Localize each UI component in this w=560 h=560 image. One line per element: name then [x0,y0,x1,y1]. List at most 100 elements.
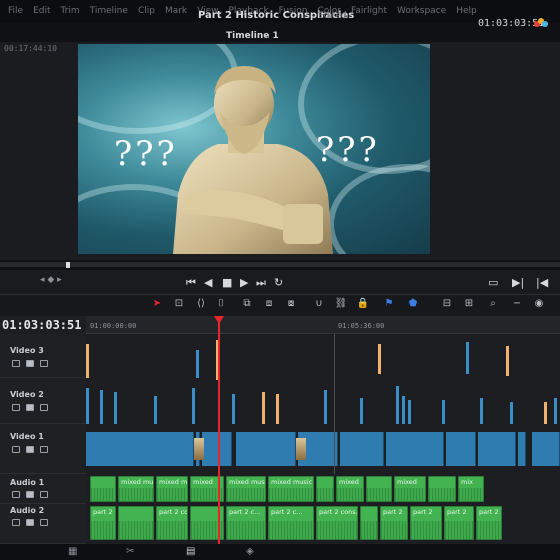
insert-clip-icon[interactable]: ⧉ [240,298,254,310]
video-clip[interactable] [236,432,296,466]
solo-icon[interactable] [26,519,34,526]
video-clip[interactable] [402,396,405,424]
video-clip[interactable] [518,432,526,466]
video-clip[interactable] [192,388,195,424]
video-clip[interactable] [196,350,199,378]
zoom-full-icon[interactable]: ⊟ [440,298,454,310]
lock-track-icon[interactable] [12,519,20,526]
fullscreen-icon[interactable]: ▭ [488,276,498,289]
video-clip[interactable] [378,344,381,374]
video-clip[interactable] [100,390,103,424]
fusion-page-icon[interactable]: ◈ [246,546,254,557]
skip-end-icon[interactable]: ⏭ [256,276,266,290]
audio-clip[interactable]: part 2 [410,506,442,540]
skip-start-icon[interactable]: ⏮ [186,276,196,290]
overwrite-clip-icon[interactable]: ⧈ [262,298,276,310]
track-header-video-2[interactable]: Video 2 [0,378,86,424]
replace-clip-icon[interactable]: ⧇ [284,298,298,310]
lock-icon[interactable]: 🔒 [356,298,370,310]
edit-page-icon[interactable]: ▤ [186,546,195,557]
video-clip[interactable] [324,390,327,424]
video-clip[interactable] [360,398,363,424]
video-clip[interactable] [446,432,476,466]
video-clip[interactable] [202,432,232,466]
track-enable-icon[interactable] [26,446,34,453]
menu-item[interactable]: Trim [61,6,80,16]
video-clip[interactable] [86,432,194,466]
video-clip[interactable] [276,394,279,424]
video-clip[interactable] [86,344,89,378]
link-icon[interactable]: ⛓ [334,298,348,310]
menu-item[interactable]: File [8,6,23,16]
video-clip[interactable] [532,432,560,466]
video-2-lane[interactable] [86,378,560,424]
audio-clip[interactable]: mixed [394,476,426,502]
dynamic-trim-icon[interactable]: ⟨⟩ [194,298,208,310]
track-enable-icon[interactable] [26,360,34,367]
stop-icon[interactable]: ■ [222,276,232,289]
audio-1-lane[interactable]: mixed mu... mixed music mixed mixed music mi… [86,476,560,504]
timeline-ruler[interactable] [86,316,560,334]
trim-tool-icon[interactable]: ⊡ [172,298,186,310]
audio-clip[interactable]: part 2 co... [156,506,188,540]
flag-icon[interactable]: ⚑ [382,298,396,310]
lock-track-icon[interactable] [12,491,20,498]
next-frame-icon[interactable]: ▶| [512,276,524,289]
audio-clip[interactable]: part 2 [444,506,474,540]
audio-clip[interactable]: mixed music [226,476,266,502]
track-enable-icon[interactable] [26,404,34,411]
track-visibility-icon[interactable] [40,360,48,367]
viewer-options-icon[interactable]: ◂ ◆ ▸ [40,275,62,285]
menu-item[interactable]: Help [456,6,477,16]
audio-clip[interactable]: mixed music [156,476,188,502]
mute-icon[interactable] [40,491,48,498]
scrub-handle[interactable] [66,262,70,268]
scrub-bar[interactable] [0,262,560,267]
audio-clip[interactable] [90,476,116,502]
video-clip[interactable] [86,388,89,424]
zoom-custom-icon[interactable]: ⌕ [486,298,500,310]
audio-clip[interactable]: part 2 [380,506,408,540]
video-clip[interactable] [262,392,265,424]
last-frame-icon[interactable]: |◀ [536,276,548,289]
video-clip[interactable] [340,432,384,466]
track-header-audio-1[interactable]: Audio 1 [0,474,86,504]
video-clip[interactable] [554,398,557,424]
audio-clip[interactable]: mixed music [268,476,314,502]
zoom-detail-icon[interactable]: ⊞ [462,298,476,310]
video-clip[interactable] [478,432,516,466]
audio-2-lane[interactable]: part 2 c... part 2 co... part 2 c... part 2… [86,506,560,542]
chevron-down-icon[interactable]: ⌄ [264,31,271,40]
track-visibility-icon[interactable] [40,404,48,411]
video-clip[interactable] [154,396,157,424]
audio-clip[interactable] [118,506,154,540]
video-clip[interactable] [396,386,399,424]
video-clip[interactable] [506,346,509,376]
snapping-icon[interactable]: ∪ [312,298,326,310]
audio-clip[interactable] [366,476,392,502]
audio-clip[interactable]: mixed mu... [118,476,154,502]
menu-item[interactable]: Mark [165,6,187,16]
lock-track-icon[interactable] [12,360,20,367]
track-header-video-3[interactable]: Video 3 [0,334,86,378]
audio-clip[interactable] [316,476,334,502]
audio-clip[interactable]: part 2 c... [90,506,116,540]
menu-item[interactable]: Edit [33,6,50,16]
mute-icon[interactable] [40,519,48,526]
video-clip[interactable] [510,402,513,424]
blade-tool-icon[interactable]: ⌷ [214,298,228,310]
video-clip[interactable] [544,402,547,424]
play-icon[interactable]: ▶ [240,276,248,289]
video-clip[interactable] [232,394,235,424]
step-back-icon[interactable]: ◀ [204,276,212,289]
track-header-audio-2[interactable]: Audio 2 [0,504,86,544]
track-header-video-1[interactable]: Video 1 [0,424,86,474]
menu-item[interactable]: Workspace [397,6,446,16]
lock-track-icon[interactable] [12,404,20,411]
video-1-lane[interactable] [86,424,560,474]
audio-clip[interactable]: part 2 c... [268,506,314,540]
audio-clip[interactable]: part 2 cons... [316,506,358,540]
zoom-out-icon[interactable]: − [510,298,524,310]
marker-icon[interactable]: ⬟ [406,298,420,310]
audio-clip[interactable] [360,506,378,540]
